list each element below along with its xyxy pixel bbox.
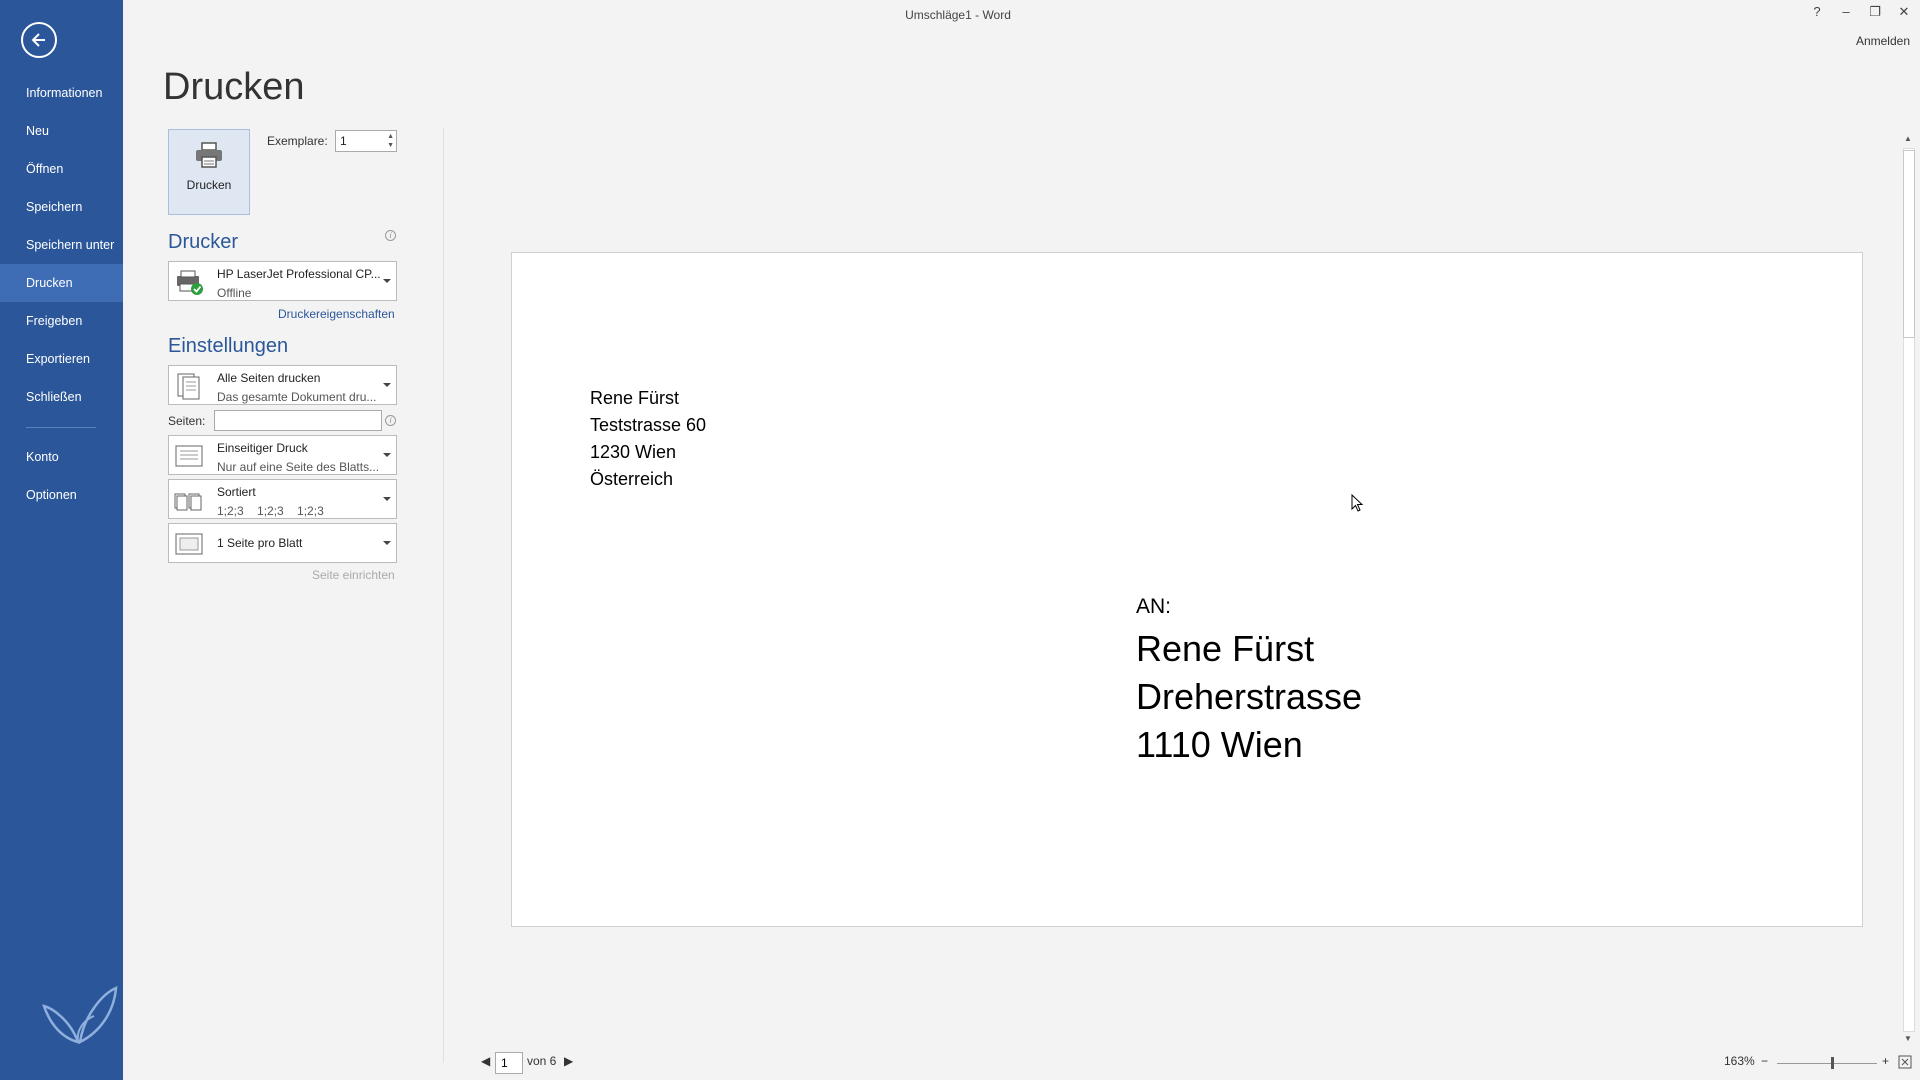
sender-address: Rene Fürst Teststrasse 60 1230 Wien Öste… (590, 385, 706, 493)
printer-heading: Drucker (168, 231, 239, 253)
scroll-thumb[interactable] (1903, 150, 1915, 338)
page-count: von 6 (527, 1054, 557, 1068)
next-page-icon[interactable]: ▶ (564, 1054, 573, 1068)
scroll-down-icon[interactable]: ▼ (1904, 1034, 1912, 1043)
spin-arrows-icon[interactable]: ▲ ▼ (387, 132, 394, 150)
page-per-sheet-icon (175, 533, 203, 555)
pane-divider (443, 128, 444, 1063)
info-icon[interactable]: i (385, 230, 396, 241)
nav-exportieren[interactable]: Exportieren (0, 341, 123, 377)
mouse-cursor-icon (1351, 494, 1364, 512)
nav-schliessen[interactable]: Schließen (0, 379, 123, 415)
sender-line: Rene Fürst (590, 388, 680, 408)
fit-page-icon[interactable] (1898, 1055, 1912, 1069)
printer-properties-link[interactable]: Druckereigenschaften (278, 307, 395, 321)
copies-label: Exemplare: (267, 134, 328, 148)
page-title: Drucken (163, 66, 305, 108)
nav-oeffnen[interactable]: Öffnen (0, 151, 123, 187)
zoom-slider[interactable] (1777, 1063, 1877, 1064)
restore-button[interactable]: ❐ (1861, 4, 1889, 20)
arrow-left-icon (31, 33, 45, 47)
printer-status: Offline (217, 286, 252, 300)
copies-stepper[interactable]: 1 ▲ ▼ (335, 130, 397, 152)
print-range-desc: Das gesamte Dokument dru... (217, 390, 377, 404)
pages-per-sheet-title: 1 Seite pro Blatt (217, 536, 303, 550)
zoom-level[interactable]: 163% (1724, 1054, 1755, 1068)
print-sides-title: Einseitiger Druck (217, 441, 308, 455)
printer-status-icon (177, 270, 203, 295)
print-range-dropdown[interactable]: Alle Seiten drucken Das gesamte Dokument… (168, 365, 397, 405)
zoom-out-icon[interactable]: − (1761, 1054, 1768, 1068)
prev-page-icon[interactable]: ◀ (481, 1054, 490, 1068)
nav-divider (26, 427, 96, 428)
copies-value: 1 (340, 134, 347, 148)
zoom-slider-thumb[interactable] (1831, 1057, 1834, 1069)
zoom-in-icon[interactable]: + (1882, 1054, 1889, 1068)
butterfly-logo-icon (42, 986, 118, 1045)
sender-line: Teststrasse 60 (590, 415, 707, 435)
recipient-line: 1110 Wien (1136, 724, 1303, 765)
printer-icon (196, 142, 222, 168)
pages-input[interactable] (214, 410, 382, 431)
chevron-down-icon (383, 541, 391, 545)
printer-name: HP LaserJet Professional CP... (217, 267, 381, 281)
scroll-up-icon[interactable]: ▲ (1904, 134, 1912, 143)
nav-speichern[interactable]: Speichern (0, 189, 123, 225)
recipient-label: AN: (1136, 595, 1172, 618)
nav-informationen[interactable]: Informationen (0, 75, 123, 111)
nav-drucken[interactable]: Drucken (0, 264, 123, 302)
collate-icon (174, 493, 202, 511)
close-button[interactable]: ✕ (1890, 4, 1918, 20)
window-title: Umschläge1 - Word (905, 8, 1011, 22)
chevron-down-icon (383, 453, 391, 457)
nav-optionen[interactable]: Optionen (0, 477, 123, 513)
sender-line: 1230 Wien (590, 442, 677, 462)
nav-neu[interactable]: Neu (0, 113, 123, 149)
info-icon[interactable]: i (385, 415, 396, 426)
pages-per-sheet-dropdown[interactable]: 1 Seite pro Blatt (168, 523, 397, 563)
preview-scrollbar[interactable]: ▲ ▼ (1901, 130, 1916, 1050)
pages-icon (177, 373, 200, 400)
collate-dropdown[interactable]: Sortiert 1;2;3 1;2;3 1;2;3 (168, 479, 397, 519)
signin-link[interactable]: Anmelden (1856, 34, 1910, 48)
print-button[interactable]: Drucken (168, 129, 250, 215)
nav-konto[interactable]: Konto (0, 439, 123, 475)
chevron-down-icon (383, 383, 391, 387)
page-number-input[interactable] (495, 1052, 523, 1074)
collate-title: Sortiert (217, 485, 256, 499)
recipient-address: Rene Fürst Dreherstrasse 1110 Wien (1136, 625, 1362, 769)
backstage-sidebar: Informationen Neu Öffnen Speichern Speic… (0, 0, 123, 1080)
nav-speichern-unter[interactable]: Speichern unter (0, 227, 123, 263)
print-sides-dropdown[interactable]: Einseitiger Druck Nur auf eine Seite des… (168, 435, 397, 475)
settings-heading: Einstellungen (168, 335, 289, 357)
print-range-title: Alle Seiten drucken (217, 371, 321, 385)
printer-dropdown[interactable]: HP LaserJet Professional CP... Offline (168, 261, 397, 301)
recipient-line: Dreherstrasse (1136, 676, 1363, 717)
recipient-line: Rene Fürst (1136, 628, 1315, 669)
minimize-button[interactable]: – (1832, 4, 1860, 19)
single-sided-icon (175, 445, 203, 467)
back-button[interactable] (21, 22, 57, 58)
print-sides-desc: Nur auf eine Seite des Blatts... (217, 460, 380, 474)
page-setup-link[interactable]: Seite einrichten (312, 568, 395, 582)
chevron-down-icon (383, 497, 391, 501)
collate-desc: 1;2;3 1;2;3 1;2;3 (217, 504, 324, 518)
print-preview-page: Rene Fürst Teststrasse 60 1230 Wien Öste… (511, 252, 1863, 927)
sender-line: Österreich (590, 469, 674, 489)
chevron-down-icon (383, 279, 391, 283)
pages-label: Seiten: (168, 414, 206, 428)
print-backstage: Umschläge1 - Word ? – ❐ ✕ Anmelden Druck… (123, 0, 1920, 1080)
print-button-label: Drucken (186, 178, 232, 192)
nav-freigeben[interactable]: Freigeben (0, 303, 123, 339)
help-button[interactable]: ? (1803, 4, 1831, 19)
